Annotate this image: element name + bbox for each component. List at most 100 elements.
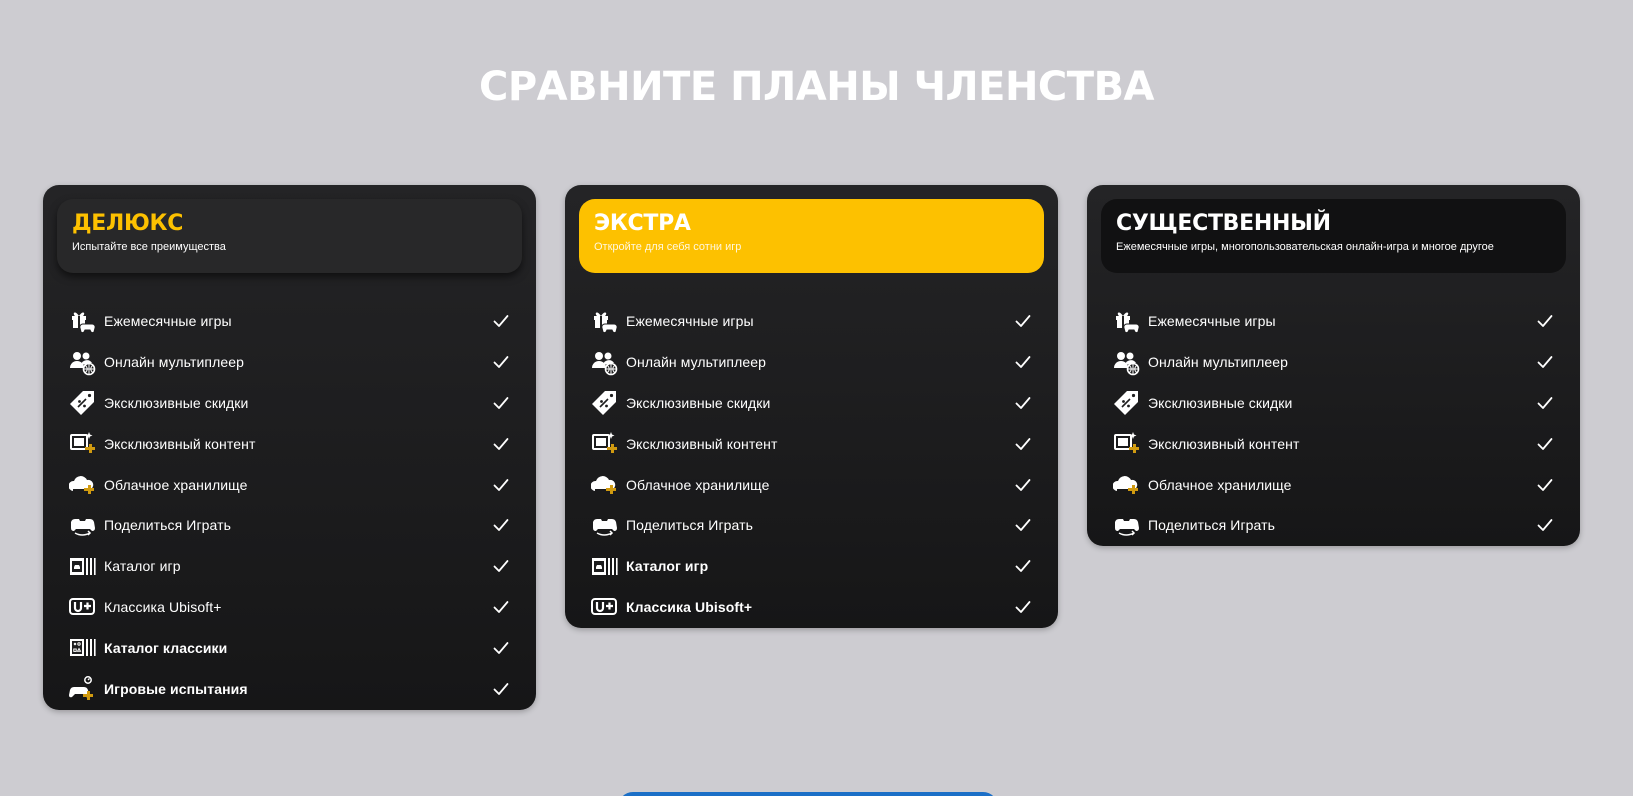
checkmark-icon [1014,516,1032,534]
feature-label: Онлайн мультиплеер [104,354,245,371]
game-catalog-icon [69,553,96,580]
exclusive-content-icon [591,430,618,457]
checkmark-icon [1536,435,1554,453]
feature-row: Поделиться Играть [43,505,536,546]
feature-label: Эксклюзивные скидки [104,394,249,411]
feature-label: Онлайн мультиплеер [1148,354,1289,371]
feature-row: Ежемесячные игры [1087,301,1580,342]
plan-name: ДЕЛЮКС [72,211,184,236]
ubisoft-plus-icon [69,593,96,620]
feature-row: Онлайн мультиплеер [565,342,1058,383]
checkmark-icon [492,476,510,494]
checkmark-icon [1536,312,1554,330]
checkmark-icon [1536,516,1554,534]
feature-row: Поделиться Играть [565,505,1058,546]
plan-name: СУЩЕСТВЕННЫЙ [1116,211,1331,236]
feature-row: Эксклюзивные скидки [565,383,1058,424]
feature-label: Облачное хранилище [626,476,770,493]
plan-subtitle: Откройте для себя сотни игр [594,241,742,253]
plan-subtitle: Испытайте все преимущества [72,241,226,253]
checkmark-icon [492,435,510,453]
checkmark-icon [1536,353,1554,371]
discount-tag-icon [1113,389,1140,416]
checkmark-icon [492,598,510,616]
feature-row: Классика Ubisoft+ [565,587,1058,628]
feature-row: Поделиться Играть [1087,505,1580,546]
feature-row: Онлайн мультиплеер [43,342,536,383]
feature-row: Облачное хранилище [1087,464,1580,505]
feature-row: Классика Ubisoft+ [43,587,536,628]
checkmark-icon [492,680,510,698]
feature-label: Ежемесячные игры [1148,313,1276,330]
feature-label: Игровые испытания [104,680,248,697]
feature-label: Эксклюзивный контент [104,435,256,452]
plan-name: ЭКСТРА [594,211,691,236]
game-catalog-icon [591,553,618,580]
feature-label: Поделиться Играть [104,517,232,534]
feature-label: Эксклюзивные скидки [1148,394,1293,411]
cloud-storage-icon [591,471,618,498]
gift-controller-icon [69,308,96,335]
share-play-icon [591,512,618,539]
feature-label: Онлайн мультиплеер [626,354,767,371]
checkmark-icon [492,557,510,575]
checkmark-icon [492,639,510,657]
plan-header: ДЕЛЮКС Испытайте все преимущества [57,199,522,273]
checkmark-icon [1014,435,1032,453]
checkmark-icon [1014,394,1032,412]
feature-label: Облачное хранилище [104,476,248,493]
game-trials-icon [69,675,96,702]
checkmark-icon [1536,476,1554,494]
multiplayer-globe-icon [591,349,618,376]
share-play-icon [69,512,96,539]
cta-button[interactable] [618,792,998,796]
checkmark-icon [1536,394,1554,412]
page: СРАВНИТЕ ПЛАНЫ ЧЛЕНСТВА ДЕЛЮКС Испытайте… [0,0,1633,796]
feature-list: Ежемесячные игры Онлайн мультиплеер Эксклю… [43,301,536,709]
gift-controller-icon [591,308,618,335]
feature-label: Классика Ubisoft+ [104,598,222,615]
checkmark-icon [492,312,510,330]
feature-label: Поделиться Играть [626,517,754,534]
plan-card-deluxe: ДЕЛЮКС Испытайте все преимущества Ежемес… [43,185,536,710]
feature-row: Облачное хранилище [43,464,536,505]
page-title: СРАВНИТЕ ПЛАНЫ ЧЛЕНСТВА [478,64,1155,110]
share-play-icon [1113,512,1140,539]
feature-label: Эксклюзивные скидки [626,394,771,411]
exclusive-content-icon [1113,430,1140,457]
cloud-storage-icon [69,471,96,498]
feature-label: Эксклюзивный контент [1148,435,1300,452]
checkmark-icon [1014,598,1032,616]
feature-row: Ежемесячные игры [43,301,536,342]
feature-row: Каталог игр [43,546,536,587]
classics-catalog-icon [69,634,96,661]
feature-row: Каталог игр [565,546,1058,587]
discount-tag-icon [591,389,618,416]
ubisoft-plus-icon [591,593,618,620]
checkmark-icon [1014,353,1032,371]
feature-row: Эксклюзивный контент [1087,423,1580,464]
plan-subtitle: Ежемесячные игры, многопользовательская … [1116,241,1494,253]
feature-row: Эксклюзивный контент [565,423,1058,464]
feature-list: Ежемесячные игры Онлайн мультиплеер Эксклю… [565,301,1058,627]
plan-header: СУЩЕСТВЕННЫЙ Ежемесячные игры, многополь… [1101,199,1566,273]
plan-card-extra: ЭКСТРА Откройте для себя сотни игр Ежеме… [565,185,1058,628]
gift-controller-icon [1113,308,1140,335]
feature-row: Игровые испытания [43,668,536,709]
discount-tag-icon [69,389,96,416]
feature-label: Поделиться Играть [1148,517,1276,534]
feature-label: Каталог игр [104,558,181,575]
plan-card-essential: СУЩЕСТВЕННЫЙ Ежемесячные игры, многополь… [1087,185,1580,546]
checkmark-icon [492,353,510,371]
feature-label: Каталог игр [626,558,709,575]
feature-list: Ежемесячные игры Онлайн мультиплеер Эксклю… [1087,301,1580,546]
checkmark-icon [1014,476,1032,494]
feature-label: Ежемесячные игры [626,313,754,330]
feature-label: Эксклюзивный контент [626,435,778,452]
feature-label: Ежемесячные игры [104,313,232,330]
feature-row: Эксклюзивные скидки [1087,383,1580,424]
feature-label: Каталог классики [104,639,228,656]
cloud-storage-icon [1113,471,1140,498]
multiplayer-globe-icon [69,349,96,376]
feature-row: Эксклюзивные скидки [43,383,536,424]
